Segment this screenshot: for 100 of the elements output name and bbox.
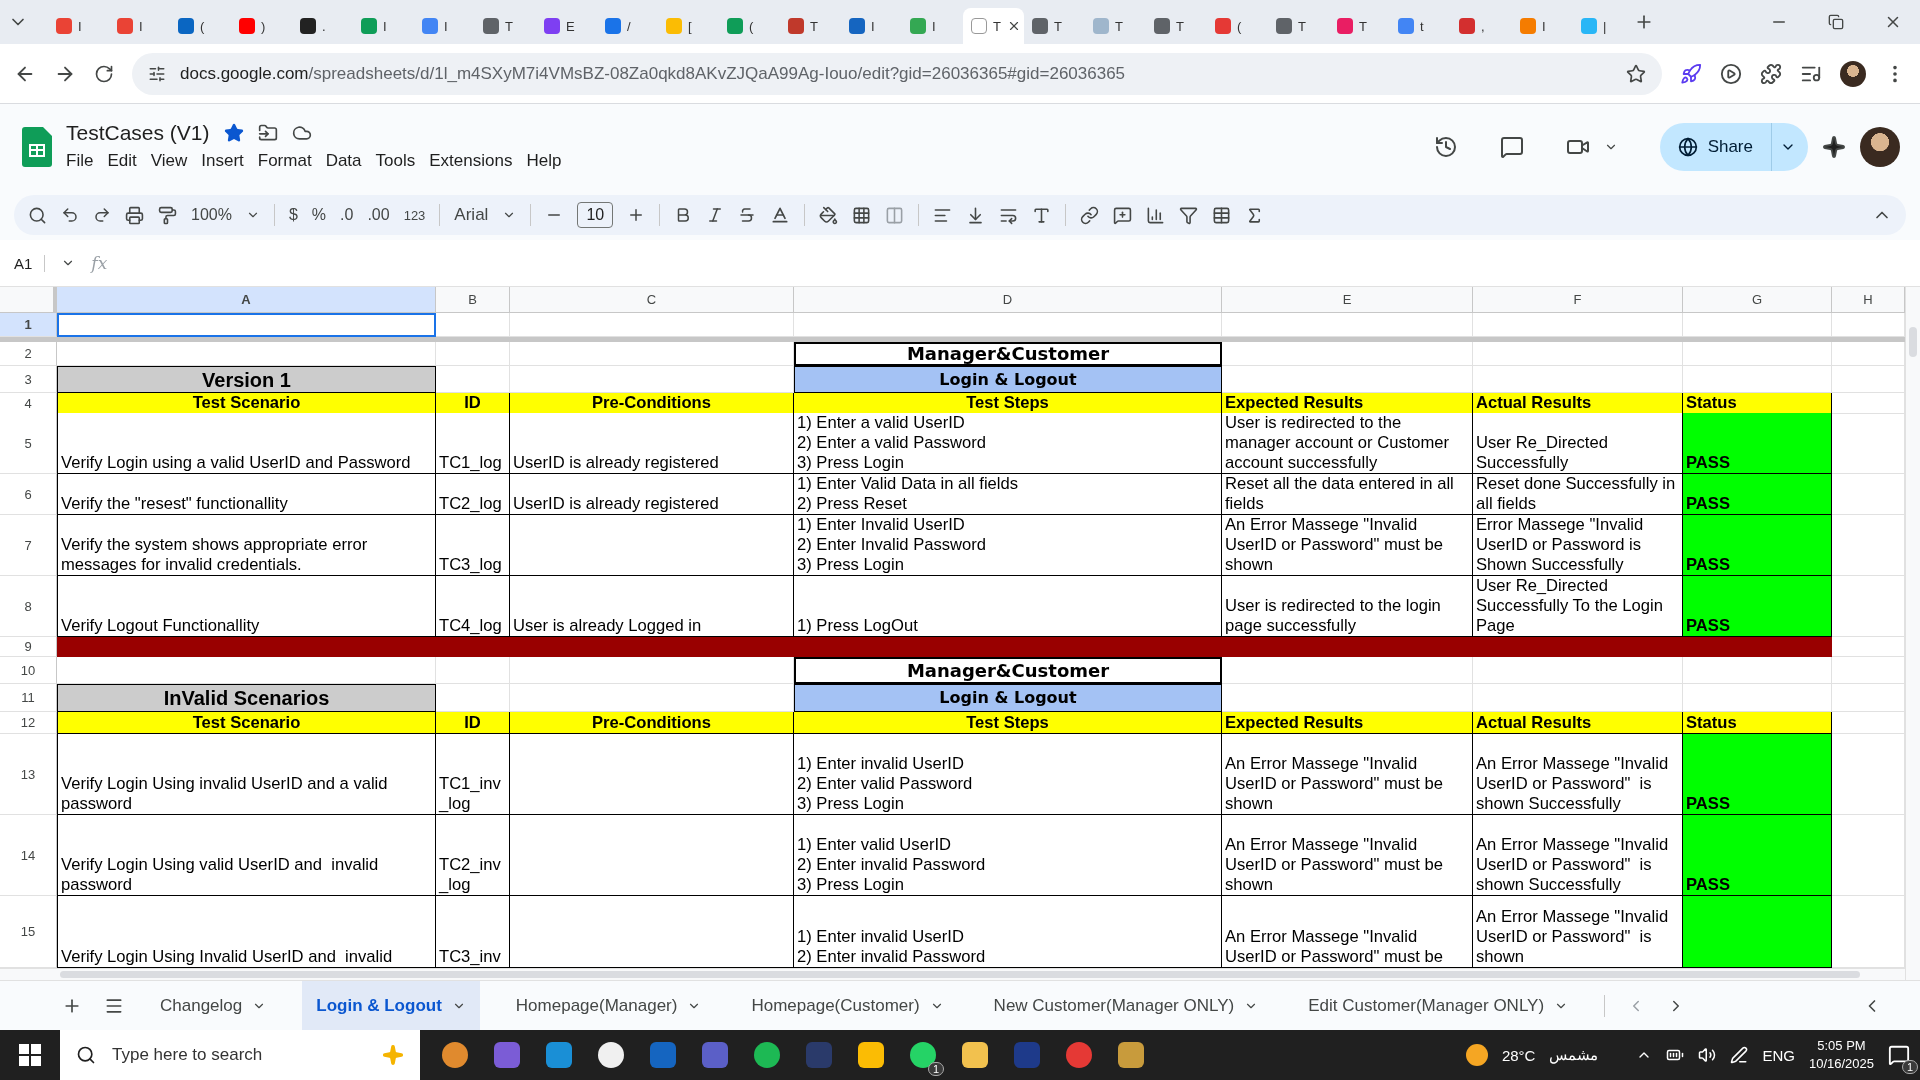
search-icon[interactable] — [28, 205, 47, 225]
column-header[interactable]: A — [57, 287, 436, 313]
column-header[interactable]: F — [1473, 287, 1683, 313]
browser-tab[interactable]: I — [48, 8, 109, 44]
sheet-tab[interactable]: Edit Customer(Manager ONLY) — [1294, 980, 1583, 1031]
column-header[interactable]: D — [794, 287, 1222, 313]
browser-tab[interactable]: E — [536, 8, 597, 44]
table-icon[interactable] — [1212, 205, 1232, 225]
move-folder-icon[interactable] — [257, 123, 278, 143]
menu-item[interactable]: File — [66, 149, 102, 173]
sheets-logo-icon[interactable] — [22, 127, 52, 167]
scrollbar-thumb[interactable] — [60, 971, 1860, 978]
taskbar-app-icon[interactable] — [858, 1042, 884, 1068]
chart-icon[interactable] — [1146, 205, 1166, 225]
add-comment-icon[interactable] — [1113, 205, 1133, 225]
row-number[interactable]: 10 — [0, 657, 57, 684]
browser-tab[interactable]: I — [109, 8, 170, 44]
browser-tab[interactable]: t — [1390, 8, 1451, 44]
globe-icon[interactable] — [1677, 137, 1698, 157]
row-number[interactable]: 13 — [0, 734, 57, 815]
reload-icon[interactable] — [94, 63, 114, 84]
borders-icon[interactable] — [852, 205, 872, 225]
browser-tab[interactable]: T — [1146, 8, 1207, 44]
column-header[interactable]: C — [510, 287, 794, 313]
volume-icon[interactable] — [1698, 1046, 1717, 1064]
browser-tab[interactable]: T — [475, 8, 536, 44]
number-format-button[interactable]: 123 — [403, 207, 426, 223]
sheet-tab[interactable]: New Customer(Manager ONLY) — [979, 980, 1273, 1031]
profile-avatar[interactable] — [1840, 60, 1866, 87]
taskbar-app-icon[interactable] — [442, 1042, 468, 1068]
column-header[interactable]: G — [1683, 287, 1832, 313]
sheet-tab[interactable]: Homepage(Manager) — [501, 980, 716, 1031]
menu-item[interactable]: Data — [325, 149, 370, 173]
site-info-icon[interactable] — [148, 64, 166, 83]
print-icon[interactable] — [125, 205, 144, 225]
row-number[interactable]: 1 — [0, 313, 57, 337]
menu-item[interactable]: View — [150, 149, 196, 173]
browser-tab[interactable]: | — [1573, 8, 1634, 44]
comment-icon[interactable] — [1499, 135, 1524, 159]
taskbar-search-field[interactable]: Type here to search — [60, 1030, 420, 1080]
filter-icon[interactable] — [1179, 205, 1199, 225]
cloud-icon[interactable] — [291, 123, 312, 143]
font-size-field[interactable]: 10 — [577, 202, 614, 228]
row-number[interactable]: 7 — [0, 515, 57, 576]
browser-tab[interactable]: I — [902, 8, 963, 44]
browser-tab[interactable]: ) — [231, 8, 292, 44]
browser-tab[interactable]: . — [292, 8, 353, 44]
search-input[interactable]: Type here to search — [110, 1044, 368, 1066]
browser-tab[interactable]: ( — [1207, 8, 1268, 44]
sheet-tab[interactable]: Homepage(Customer) — [737, 980, 958, 1031]
decrease-decimals-button[interactable]: .0 — [340, 206, 354, 224]
history-icon[interactable] — [1433, 135, 1458, 159]
menu-item[interactable]: Format — [257, 149, 320, 173]
restore-icon[interactable] — [1828, 14, 1844, 30]
zoom-select[interactable]: 100% — [191, 206, 232, 224]
play-icon[interactable] — [1720, 62, 1742, 85]
profile-avatar[interactable] — [1860, 127, 1900, 167]
clock[interactable]: 5:05 PM 10/16/2025 — [1808, 1037, 1874, 1073]
browser-tab[interactable]: I — [414, 8, 475, 44]
taskbar-app-icon[interactable] — [962, 1042, 988, 1068]
link-icon[interactable] — [1080, 205, 1100, 225]
star-icon[interactable] — [223, 123, 244, 143]
row-number[interactable]: 14 — [0, 815, 57, 896]
browser-tab[interactable]: [ — [658, 8, 719, 44]
undo-icon[interactable] — [61, 206, 79, 224]
browser-tab[interactable]: I — [841, 8, 902, 44]
scrollbar-thumb[interactable] — [1909, 327, 1917, 357]
merge-cells-icon[interactable] — [885, 205, 905, 225]
strikethrough-icon[interactable] — [738, 206, 757, 224]
sheet-tab[interactable]: Login & Logout — [302, 980, 480, 1031]
sparkle-icon[interactable] — [1822, 135, 1846, 159]
row-number[interactable]: 15 — [0, 896, 57, 968]
redo-icon[interactable] — [93, 206, 111, 224]
sheet-tab[interactable]: Changelog — [146, 980, 281, 1031]
browser-tab[interactable]: ( — [170, 8, 231, 44]
pen-icon[interactable] — [1730, 1046, 1749, 1064]
browser-tab[interactable]: , — [1451, 8, 1512, 44]
menu-item[interactable]: Insert — [201, 149, 252, 173]
menu-item[interactable]: Extensions — [429, 149, 521, 173]
increase-decimals-button[interactable]: .00 — [367, 206, 390, 224]
windows-logo-icon[interactable] — [19, 1044, 41, 1066]
browser-tab[interactable]: ( — [719, 8, 780, 44]
document-title[interactable]: TestCases (V1) — [66, 121, 210, 145]
browser-tab[interactable]: T — [1268, 8, 1329, 44]
row-number[interactable]: 6 — [0, 474, 57, 515]
font-select[interactable]: Arial — [454, 205, 489, 225]
taskbar-app-icon[interactable] — [598, 1042, 624, 1068]
percent-button[interactable]: % — [311, 206, 327, 224]
browser-tab[interactable]: / — [597, 8, 658, 44]
row-number[interactable]: 5 — [0, 413, 57, 474]
selected-cell[interactable] — [57, 313, 436, 337]
column-header[interactable]: H — [1832, 287, 1905, 313]
browser-tab[interactable]: T — [1024, 8, 1085, 44]
bookmark-star-icon[interactable] — [1626, 63, 1646, 84]
menu-item[interactable]: Tools — [375, 149, 424, 173]
text-rotation-icon[interactable] — [1032, 205, 1052, 225]
currency-button[interactable]: $ — [288, 206, 298, 224]
extensions-icon[interactable] — [1760, 62, 1782, 85]
menu-item[interactable]: Help — [526, 149, 570, 173]
browser-tab[interactable]: T — [1329, 8, 1390, 44]
